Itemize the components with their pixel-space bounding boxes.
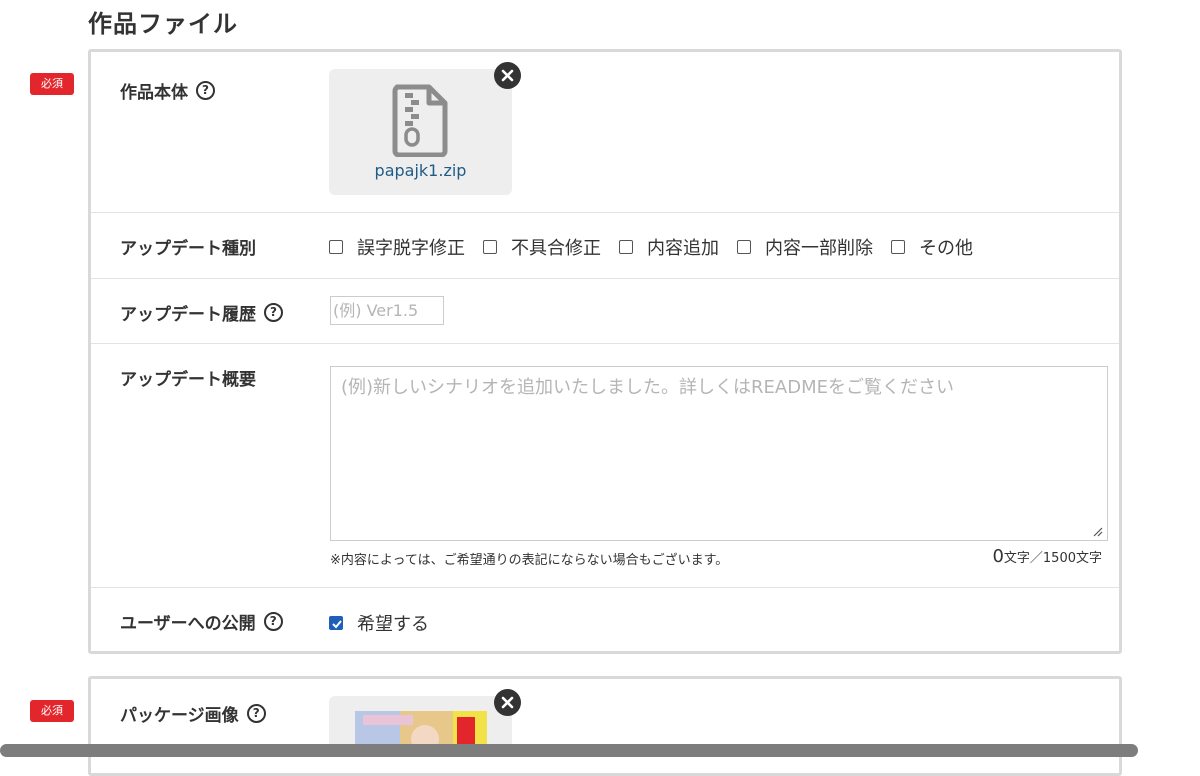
section-title: 作品ファイル	[88, 10, 238, 38]
char-counter: 0文字／1500文字	[992, 546, 1102, 567]
update-type-option-label[interactable]: 内容追加	[647, 234, 719, 260]
remove-file-button[interactable]	[494, 62, 521, 89]
close-icon	[501, 69, 514, 82]
main-file-label-wrap: 作品本体 ?	[120, 78, 215, 103]
horizontal-scrollbar[interactable]	[0, 744, 1138, 757]
close-icon	[501, 696, 514, 709]
update-type-checkbox[interactable]	[891, 240, 905, 254]
update-type-row: アップデート種別 誤字脱字修正 不具合修正 内容追加 内容一部削除 その他	[91, 212, 1119, 278]
update-history-label-wrap: アップデート履歴 ?	[120, 300, 283, 325]
remove-image-button[interactable]	[494, 689, 521, 716]
update-summary-label: アップデート概要	[120, 370, 256, 390]
update-type-label: アップデート種別	[120, 239, 256, 259]
main-file-label: 作品本体	[120, 83, 188, 103]
update-history-label: アップデート履歴	[120, 305, 256, 325]
resize-grip-icon[interactable]	[1093, 527, 1103, 537]
publish-option-label[interactable]: 希望する	[357, 610, 429, 636]
update-summary-textarea[interactable]	[330, 366, 1108, 541]
update-type-checkbox[interactable]	[483, 240, 497, 254]
summary-note: ※内容によっては、ご希望通りの表記にならない場合もございます。	[330, 553, 729, 568]
publish-label: ユーザーへの公開	[120, 614, 256, 634]
update-type-checkbox[interactable]	[329, 240, 343, 254]
publish-option: 希望する	[329, 610, 447, 636]
update-history-input[interactable]	[330, 296, 444, 325]
package-image-panel: パッケージ画像 ?	[88, 676, 1122, 776]
publish-label-wrap: ユーザーへの公開 ?	[120, 609, 283, 634]
zip-file-icon	[392, 84, 448, 157]
char-count-suffix: 文字／1500文字	[1003, 551, 1102, 566]
required-badge: 必須	[30, 700, 74, 722]
file-name-link[interactable]: papajk1.zip	[329, 161, 512, 180]
help-icon[interactable]: ?	[264, 303, 283, 322]
main-file-row: 作品本体 ? papajk1.zip	[91, 52, 1119, 212]
update-type-checkbox[interactable]	[737, 240, 751, 254]
update-summary-row: アップデート概要 ※内容によっては、ご希望通りの表記にならない場合もございます。…	[91, 343, 1119, 587]
work-file-panel: 作品本体 ? papajk1.zip アップデート種別 誤字脱字修正 不具合修正…	[88, 49, 1122, 654]
package-image-label: パッケージ画像	[120, 706, 239, 726]
update-type-option-label[interactable]: 内容一部削除	[765, 234, 873, 260]
update-type-option-label[interactable]: 不具合修正	[511, 234, 601, 260]
checkmark-icon	[332, 620, 342, 629]
char-count-current: 0	[992, 546, 1004, 567]
required-badge: 必須	[30, 73, 74, 95]
publish-checkbox[interactable]	[329, 616, 343, 630]
update-type-option-label[interactable]: その他	[919, 234, 973, 260]
help-icon[interactable]: ?	[196, 81, 215, 100]
help-icon[interactable]: ?	[263, 612, 283, 631]
package-image-label-wrap: パッケージ画像 ?	[120, 701, 266, 726]
publish-row: ユーザーへの公開 ? 希望する	[91, 587, 1119, 651]
update-type-option-label[interactable]: 誤字脱字修正	[357, 234, 465, 260]
file-card[interactable]: papajk1.zip	[329, 69, 512, 195]
update-history-row: アップデート履歴 ?	[91, 278, 1119, 343]
update-type-options: 誤字脱字修正 不具合修正 内容追加 内容一部削除 その他	[329, 234, 991, 260]
help-icon[interactable]: ?	[246, 704, 266, 723]
update-type-checkbox[interactable]	[619, 240, 633, 254]
